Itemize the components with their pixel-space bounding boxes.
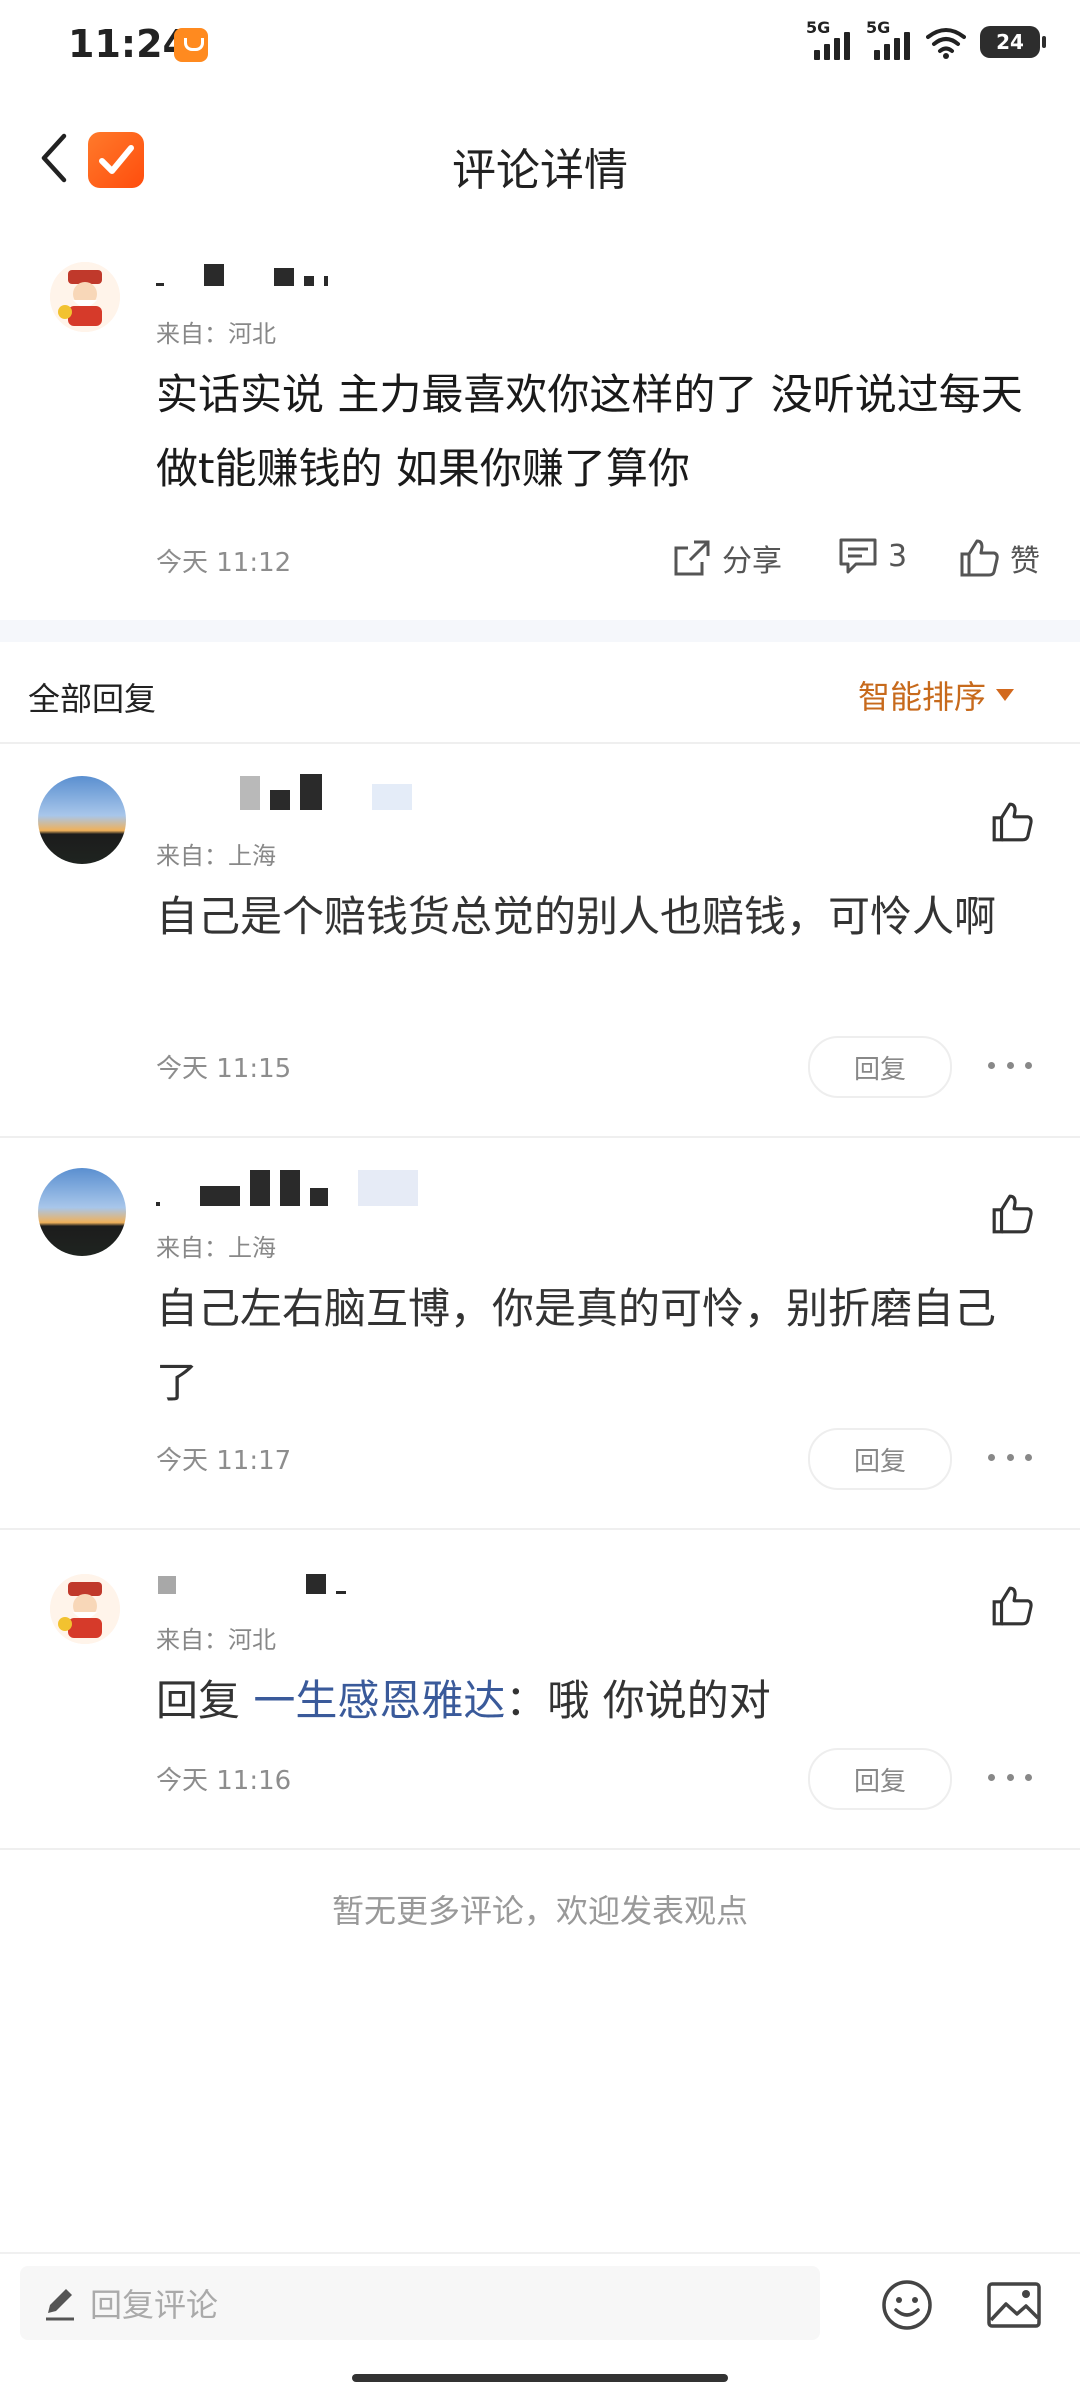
reply-prefix: 回复 xyxy=(156,1676,241,1725)
status-indicators: 5G 5G 24 xyxy=(806,18,1046,60)
share-button[interactable]: 分享 xyxy=(672,536,782,580)
divider xyxy=(0,742,1080,744)
shopping-bag-icon xyxy=(174,28,208,62)
share-label: 分享 xyxy=(722,544,782,579)
reply-button[interactable]: 回复 xyxy=(808,1748,952,1810)
reply-button[interactable]: 回复 xyxy=(808,1428,952,1490)
status-time: 11:24 xyxy=(68,22,189,66)
more-icon[interactable] xyxy=(988,1452,1032,1462)
reply-location: 来自：河北 xyxy=(156,1626,276,1654)
no-more-comments-note: 暂无更多评论，欢迎发表观点 xyxy=(331,1892,748,1930)
avatar[interactable] xyxy=(38,1168,126,1256)
comment-time: 今天 11:12 xyxy=(156,548,292,578)
like-button[interactable]: 赞 xyxy=(958,536,1040,580)
signal-icon: 5G xyxy=(866,18,912,60)
reply-location: 来自：上海 xyxy=(156,1234,276,1262)
god-of-wealth-avatar-icon xyxy=(50,262,120,332)
reply-time: 今天 11:15 xyxy=(156,1054,292,1084)
signal-icon: 5G xyxy=(806,18,852,60)
god-of-wealth-avatar-icon xyxy=(50,1574,120,1644)
more-icon[interactable] xyxy=(988,1772,1032,1782)
wifi-icon xyxy=(926,28,966,59)
more-icon[interactable] xyxy=(988,1060,1032,1070)
thumbs-up-icon xyxy=(960,539,999,577)
sort-dropdown[interactable]: 智能排序 xyxy=(858,672,1014,718)
like-label: 赞 xyxy=(1010,544,1040,579)
section-divider xyxy=(0,620,1080,642)
thumbs-up-icon[interactable] xyxy=(990,1192,1034,1236)
reply-time: 今天 11:16 xyxy=(156,1766,292,1796)
comment-location: 来自：河北 xyxy=(156,320,276,348)
reply-location: 来自：上海 xyxy=(156,842,276,870)
divider xyxy=(0,1528,1080,1530)
thumbs-up-icon[interactable] xyxy=(990,800,1034,844)
page-title: 评论详情 xyxy=(452,145,628,196)
divider xyxy=(0,1136,1080,1138)
reply-time: 今天 11:17 xyxy=(156,1446,292,1476)
comment-count-button[interactable]: 3 xyxy=(838,536,907,576)
pencil-icon xyxy=(46,2289,74,2321)
network-type-label: 5G xyxy=(806,18,831,37)
avatar[interactable] xyxy=(50,1574,120,1644)
share-icon xyxy=(674,540,710,576)
comment-icon xyxy=(839,538,877,574)
mention-link[interactable]: 一生感恩雅达 xyxy=(253,1676,505,1725)
thumbs-up-icon[interactable] xyxy=(990,1584,1034,1628)
avatar[interactable] xyxy=(38,776,126,864)
reply-comment-input[interactable]: 回复评论 xyxy=(20,2266,820,2340)
username-redacted[interactable] xyxy=(156,774,412,810)
reply-text: 自己左右脑互博，你是真的可怜，别折磨自己了 xyxy=(156,1284,997,1407)
divider xyxy=(0,1848,1080,1850)
composer-divider xyxy=(0,2252,1080,2254)
battery-indicator: 24 xyxy=(980,26,1046,58)
battery-level: 24 xyxy=(996,30,1024,54)
all-replies-label: 全部回复 xyxy=(28,680,157,718)
avatar[interactable] xyxy=(50,262,120,332)
comment-text: 实话实说 主力最喜欢你这样的了 没听说过每天做t能赚钱的 如果你赚了算你 xyxy=(156,370,1023,493)
comment-count: 3 xyxy=(888,538,908,574)
emoji-icon[interactable] xyxy=(880,2278,934,2332)
network-type-label: 5G xyxy=(866,18,891,37)
username-redacted[interactable] xyxy=(156,258,328,286)
username-redacted[interactable] xyxy=(156,1566,346,1594)
reply-text: 回复 一生感恩雅达：哦 你说的对 xyxy=(156,1664,1036,1738)
reply-content: ：哦 你说的对 xyxy=(505,1676,771,1725)
reply-input-placeholder: 回复评论 xyxy=(90,2286,219,2324)
username-redacted[interactable] xyxy=(156,1170,418,1206)
reply-button[interactable]: 回复 xyxy=(808,1036,952,1098)
caret-down-icon xyxy=(996,689,1014,701)
reply-text: 自己是个赔钱货总觉的别人也赔钱，可怜人啊 xyxy=(156,892,997,941)
home-indicator[interactable] xyxy=(352,2374,728,2382)
sort-label: 智能排序 xyxy=(857,678,986,716)
image-icon[interactable] xyxy=(986,2280,1042,2330)
